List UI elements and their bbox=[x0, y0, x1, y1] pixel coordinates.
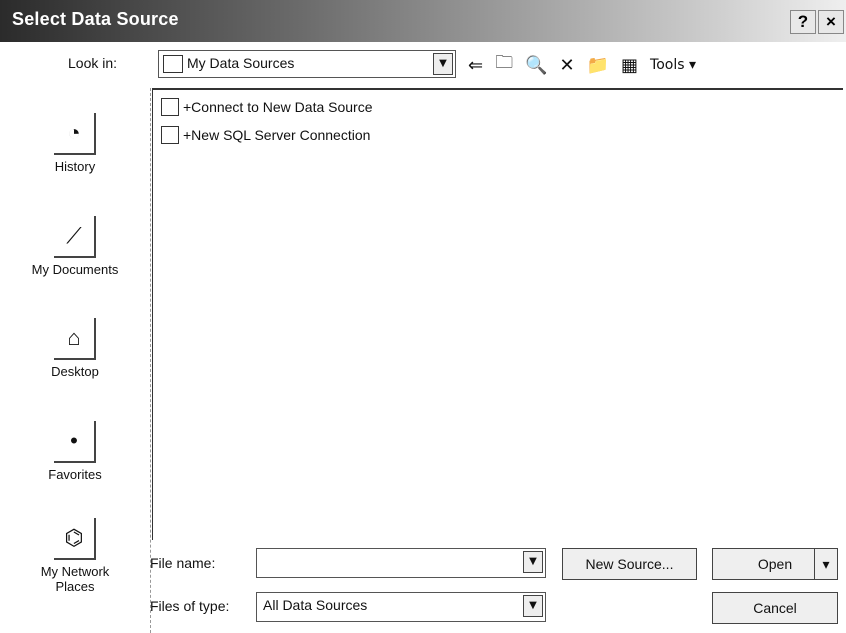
tools-menu[interactable]: Tools ▾ bbox=[650, 57, 696, 73]
file-list[interactable]: +Connect to New Data Source +New SQL Ser… bbox=[152, 88, 843, 540]
chevron-down-icon[interactable]: ▼ bbox=[433, 53, 453, 75]
file-name-label: File name: bbox=[150, 555, 216, 571]
look-in-dropdown[interactable]: My Data Sources ▼ bbox=[158, 50, 456, 78]
place-history[interactable]: ◔ History bbox=[0, 113, 150, 174]
list-item[interactable]: +Connect to New Data Source bbox=[161, 98, 373, 116]
chevron-down-icon[interactable]: ▼ bbox=[523, 551, 543, 573]
dialog-title: Select Data Source bbox=[12, 9, 179, 29]
place-label: My Documents bbox=[31, 262, 119, 277]
new-source-button[interactable]: New Source... bbox=[562, 548, 697, 580]
new-folder-icon[interactable]: 📁 bbox=[587, 55, 609, 76]
file-type-value: All Data Sources bbox=[263, 597, 368, 613]
data-source-icon bbox=[161, 98, 179, 116]
favorites-icon: • bbox=[54, 421, 96, 463]
history-icon: ◔ bbox=[54, 113, 96, 155]
file-type-label: Files of type: bbox=[150, 598, 230, 614]
open-button[interactable]: Open ▾ bbox=[712, 548, 838, 580]
places-bar: ◔ History ⟋ My Documents ⌂ Desktop • Fav… bbox=[0, 88, 151, 633]
file-type-select[interactable]: All Data Sources ▼ bbox=[256, 592, 546, 622]
place-label: History bbox=[54, 159, 96, 174]
back-arrow-icon[interactable]: ⇐ bbox=[468, 55, 483, 76]
search-web-icon[interactable]: 🔍 bbox=[525, 55, 547, 76]
help-button[interactable]: ? bbox=[790, 10, 816, 34]
folder-icon bbox=[163, 55, 183, 73]
list-item[interactable]: +New SQL Server Connection bbox=[161, 126, 370, 144]
look-in-label: Look in: bbox=[68, 55, 118, 71]
place-desktop[interactable]: ⌂ Desktop bbox=[0, 318, 150, 379]
place-my-documents[interactable]: ⟋ My Documents bbox=[0, 216, 150, 277]
place-label: Favorites bbox=[48, 467, 102, 482]
place-network[interactable]: ⌬ My Network Places bbox=[0, 518, 150, 594]
title-bar[interactable]: Select Data Source ? × bbox=[0, 0, 846, 42]
close-button[interactable]: × bbox=[818, 10, 844, 34]
file-name-input[interactable]: ▼ bbox=[256, 548, 546, 578]
open-label: Open bbox=[757, 556, 793, 572]
chevron-down-icon[interactable]: ▾ bbox=[814, 549, 837, 579]
network-places-icon: ⌬ bbox=[54, 518, 96, 560]
delete-icon[interactable]: ✕ bbox=[560, 55, 575, 76]
place-label: Desktop bbox=[51, 364, 99, 379]
chevron-down-icon[interactable]: ▼ bbox=[523, 595, 543, 617]
desktop-icon: ⌂ bbox=[54, 318, 96, 360]
up-folder-icon[interactable]: 🗀 bbox=[495, 50, 513, 80]
file-name: +New SQL Server Connection bbox=[183, 127, 371, 143]
toolbar: ⇐ 🗀 🔍 ✕ 📁 ▦ Tools ▾ bbox=[468, 52, 696, 78]
cancel-button[interactable]: Cancel bbox=[712, 592, 838, 624]
my-documents-icon: ⟋ bbox=[54, 216, 96, 258]
data-source-icon bbox=[161, 126, 179, 144]
place-favorites[interactable]: • Favorites bbox=[0, 421, 150, 482]
views-icon[interactable]: ▦ bbox=[621, 55, 638, 76]
file-name: +Connect to New Data Source bbox=[183, 99, 373, 115]
place-label: My Network Places bbox=[40, 564, 110, 594]
look-in-value: My Data Sources bbox=[187, 55, 295, 71]
